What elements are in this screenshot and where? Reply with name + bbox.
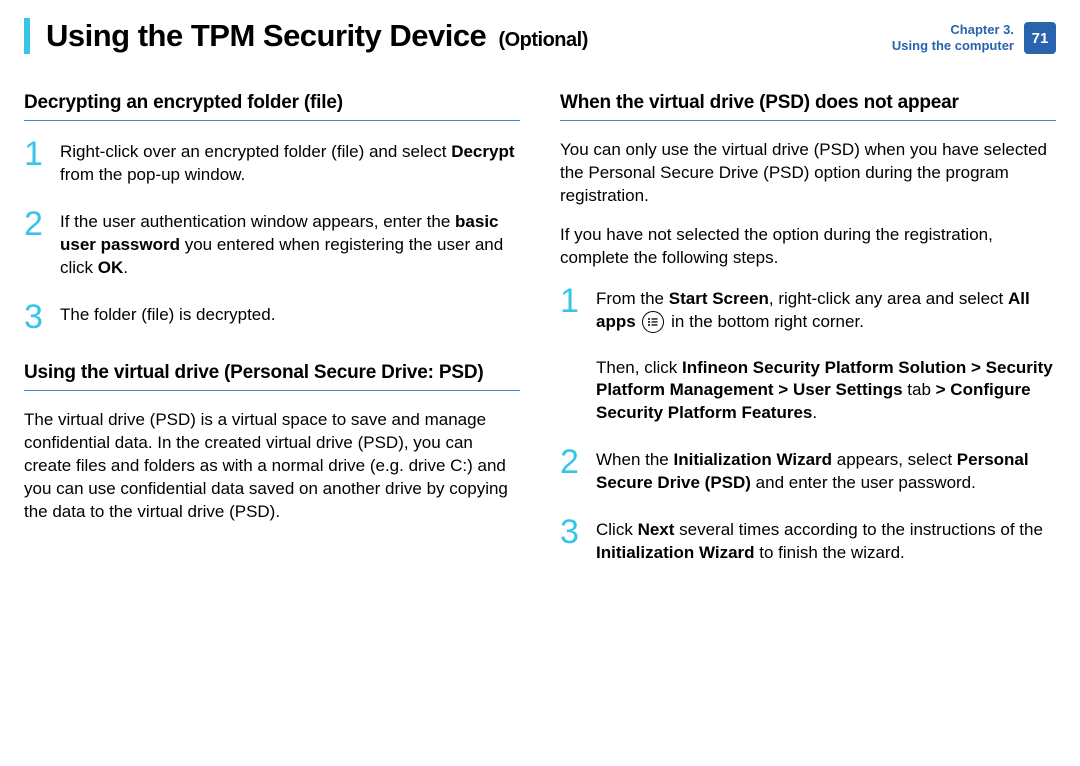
step-number: 3 <box>560 517 582 548</box>
psd-step-1: 1 From the Start Screen, right-click any… <box>560 286 1056 426</box>
chapter-text: Chapter 3. Using the computer <box>892 22 1014 53</box>
step-body: The folder (file) is decrypted. <box>60 302 275 327</box>
step-number: 1 <box>24 139 46 170</box>
left-column: Decrypting an encrypted folder (file) 1 … <box>24 92 520 587</box>
decrypt-step-3: 3 The folder (file) is decrypted. <box>24 302 520 333</box>
section-psd-missing-title: When the virtual drive (PSD) does not ap… <box>560 92 1056 121</box>
step-body: If the user authentication window appear… <box>60 209 520 280</box>
psd-paragraph: The virtual drive (PSD) is a virtual spa… <box>24 409 520 524</box>
step-number: 2 <box>560 447 582 478</box>
page-title: Using the TPM Security Device (Optional) <box>46 18 588 54</box>
page-number-badge: 71 <box>1024 22 1056 54</box>
step-body: From the Start Screen, right-click any a… <box>596 286 1056 426</box>
decrypt-step-2: 2 If the user authentication window appe… <box>24 209 520 280</box>
step-number: 1 <box>560 286 582 317</box>
step-number: 3 <box>24 302 46 333</box>
step-number: 2 <box>24 209 46 240</box>
page-header: Using the TPM Security Device (Optional)… <box>24 18 1056 54</box>
section-decrypting-title: Decrypting an encrypted folder (file) <box>24 92 520 121</box>
chapter-box: Chapter 3. Using the computer 71 <box>892 22 1056 54</box>
content-columns: Decrypting an encrypted folder (file) 1 … <box>24 92 1056 587</box>
step-body: Click Next several times according to th… <box>596 517 1056 565</box>
all-apps-icon <box>642 311 664 333</box>
psd-missing-para1: You can only use the virtual drive (PSD)… <box>560 139 1056 208</box>
title-main: Using the TPM Security Device <box>46 18 486 53</box>
psd-missing-para2: If you have not selected the option duri… <box>560 224 1056 270</box>
accent-bar <box>24 18 30 54</box>
section-psd-title: Using the virtual drive (Personal Secure… <box>24 362 520 391</box>
title-wrap: Using the TPM Security Device (Optional) <box>24 18 588 54</box>
right-column: When the virtual drive (PSD) does not ap… <box>560 92 1056 587</box>
psd-step-3: 3 Click Next several times according to … <box>560 517 1056 565</box>
chapter-line1: Chapter 3. <box>892 22 1014 38</box>
chapter-line2: Using the computer <box>892 38 1014 54</box>
step-body: Right-click over an encrypted folder (fi… <box>60 139 520 187</box>
step-body: When the Initialization Wizard appears, … <box>596 447 1056 495</box>
decrypt-step-1: 1 Right-click over an encrypted folder (… <box>24 139 520 187</box>
title-suffix: (Optional) <box>498 29 587 51</box>
psd-step-2: 2 When the Initialization Wizard appears… <box>560 447 1056 495</box>
